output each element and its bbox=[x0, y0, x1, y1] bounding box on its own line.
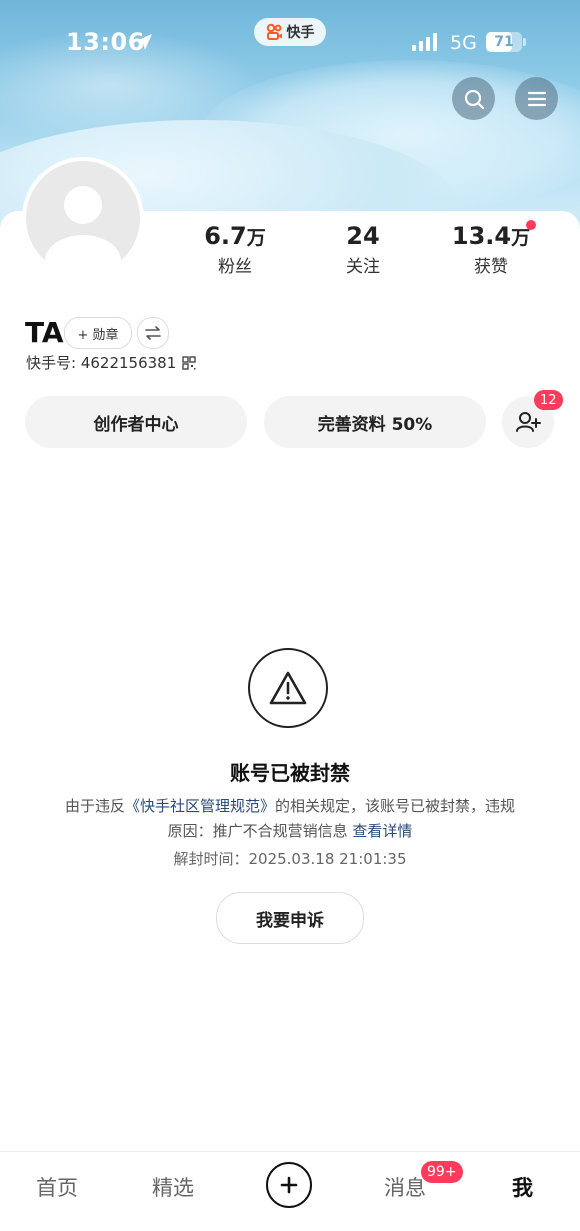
nav-home[interactable]: 首页 bbox=[36, 1172, 78, 1202]
app-pill-label: 快手 bbox=[286, 25, 315, 41]
likes-notification-dot bbox=[526, 220, 536, 230]
menu-button[interactable] bbox=[515, 77, 558, 120]
nav-messages[interactable]: 消息 bbox=[384, 1172, 426, 1202]
creator-center-button[interactable]: 创作者中心 bbox=[25, 396, 247, 448]
cellular-signal-icon bbox=[412, 33, 437, 51]
default-avatar-icon bbox=[45, 186, 121, 275]
kuaishou-id: 快手号: 4622156381 bbox=[26, 354, 177, 372]
switch-account-button[interactable] bbox=[137, 317, 169, 349]
community-rules-link[interactable]: 《快手社区管理规范》 bbox=[125, 797, 275, 815]
location-arrow-icon bbox=[136, 34, 152, 50]
ban-title: 账号已被封禁 bbox=[230, 761, 350, 785]
plus-icon bbox=[280, 1176, 298, 1194]
add-badge-button[interactable]: + 勋章 bbox=[64, 317, 132, 349]
add-user-icon bbox=[516, 412, 541, 432]
app-indicator-pill[interactable]: 快手 bbox=[254, 18, 326, 46]
bottom-navigation: 首页 精选 消息 99+ 我 bbox=[0, 1151, 580, 1231]
search-icon bbox=[464, 89, 484, 109]
nav-featured[interactable]: 精选 bbox=[152, 1172, 194, 1202]
kuaishou-id-row[interactable]: 快手号: 4622156381 bbox=[26, 352, 196, 373]
appeal-button[interactable]: 我要申诉 bbox=[216, 892, 364, 944]
hamburger-menu-icon bbox=[527, 91, 546, 106]
followers-label: 粉丝 bbox=[218, 257, 252, 277]
battery-level: 71 bbox=[494, 34, 514, 50]
avatar[interactable] bbox=[22, 157, 144, 279]
swap-arrows-icon bbox=[145, 326, 161, 340]
messages-badge: 99+ bbox=[421, 1161, 463, 1183]
following-label: 关注 bbox=[346, 257, 380, 277]
complete-profile-button[interactable]: 完善资料 50% bbox=[264, 396, 486, 448]
view-details-link[interactable]: 查看详情 bbox=[352, 822, 412, 840]
search-button[interactable] bbox=[452, 77, 495, 120]
ban-description: 由于违反《快手社区管理规范》的相关规定，该账号已被封禁，违规原因：推广不合规营销… bbox=[64, 797, 516, 840]
followers-stat[interactable]: 6.7万 粉丝 bbox=[180, 222, 290, 277]
network-type: 5G bbox=[450, 32, 477, 54]
profile-name: TA bbox=[25, 316, 64, 349]
battery-icon: 71 bbox=[486, 32, 522, 52]
qr-code-icon bbox=[182, 355, 196, 370]
kuaishou-logo-icon bbox=[266, 23, 282, 40]
likes-stat[interactable]: 13.4万 获赞 bbox=[436, 222, 546, 277]
nav-me[interactable]: 我 bbox=[512, 1172, 533, 1202]
create-post-button[interactable] bbox=[266, 1162, 312, 1208]
likes-label: 获赞 bbox=[474, 257, 508, 277]
following-stat[interactable]: 24 关注 bbox=[308, 222, 418, 277]
warning-triangle-icon bbox=[269, 671, 307, 705]
friend-request-badge: 12 bbox=[534, 390, 563, 410]
unban-time: 解封时间：2025.03.18 21:01:35 bbox=[173, 850, 407, 868]
warning-circle bbox=[248, 648, 328, 728]
